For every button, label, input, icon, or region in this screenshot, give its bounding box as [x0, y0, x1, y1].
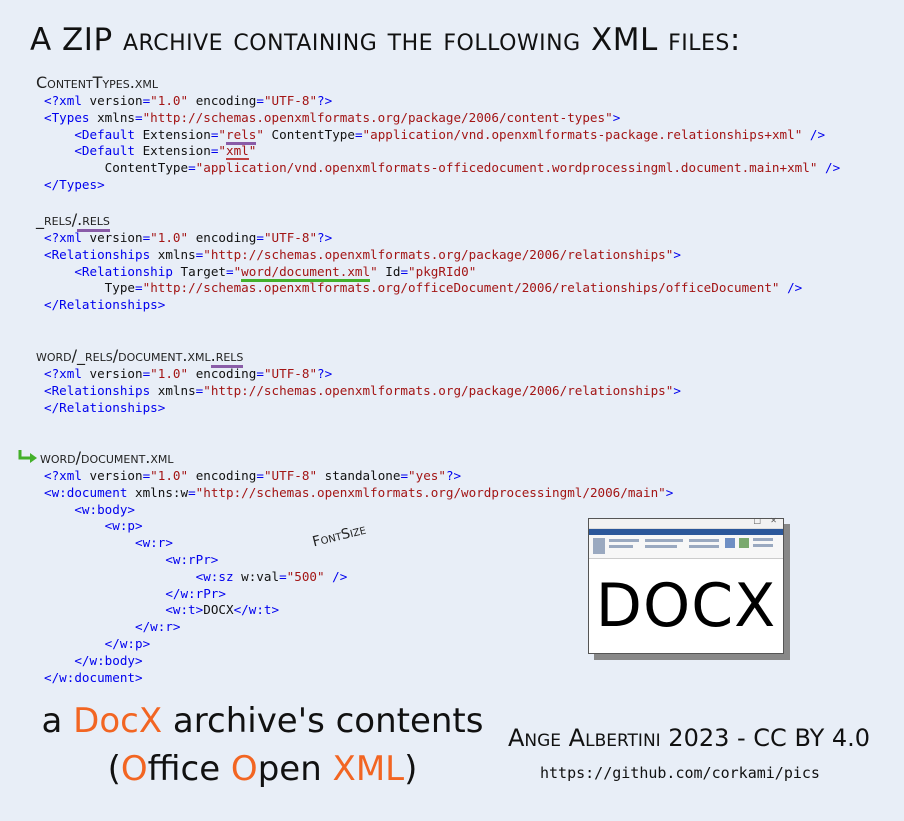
code-line: <Relationships xmlns="http://schemas.ope…: [44, 382, 681, 398]
file-title-document: word/document.xml: [40, 448, 174, 467]
file-title-contenttypes: ContentTypes.xml: [36, 73, 158, 92]
file-title-rels-prefix: _rels/: [36, 210, 78, 229]
code-block-document: <?xml version="1.0" encoding="UTF-8" sta…: [44, 468, 673, 686]
code-line: ContentType="application/vnd.openxmlform…: [104, 160, 841, 176]
file-title-rels-extension: .rels: [77, 210, 110, 232]
window-close-icon: ✕: [770, 516, 777, 525]
code-line: <Relationship Target="word/document.xml"…: [44, 263, 802, 282]
diagram-title-line2: (Office Open XML): [107, 749, 418, 789]
code-line: </Types>: [44, 176, 105, 192]
code-line: <Default Extension="rels" ContentType="a…: [44, 126, 840, 145]
code-line: </w:document>: [44, 669, 143, 685]
code-line: </w:r>: [44, 619, 181, 635]
word-preview-window: ✕ □ DOCX: [588, 516, 784, 654]
code-line: <w:rPr>: [44, 551, 219, 567]
author-credit: Ange Albertini 2023 - CC BY 4.0: [508, 724, 871, 752]
code-line: <w:t>DOCX</w:t>: [44, 602, 280, 618]
file-title-document-rels-prefix: word/_rels/document.xml: [36, 346, 211, 365]
word-titlebar: ✕ □: [589, 516, 783, 529]
code-line: <w:body>: [44, 501, 135, 517]
code-line: <?xml version="1.0" encoding="UTF-8" sta…: [44, 468, 462, 483]
code-line: </Relationships>: [44, 297, 166, 313]
code-line: Type="http://schemas.openxmlformats.org/…: [104, 280, 803, 296]
code-block-document-rels: <?xml version="1.0" encoding="UTF-8"?> <R…: [44, 366, 681, 416]
code-line: </w:p>: [44, 635, 151, 651]
word-ribbon: [589, 535, 783, 559]
code-line: <w:sz w:val="500" />: [44, 568, 348, 584]
diagram-title-line1: a DocX archive's contents: [41, 701, 484, 741]
file-title-document-rels: word/_rels/document.xml.rels: [36, 346, 244, 368]
code-line: </w:body>: [44, 652, 143, 668]
code-line: <?xml version="1.0" encoding="UTF-8"?>: [44, 230, 333, 245]
file-title-document-rels-extension: .rels: [210, 346, 244, 368]
code-line: </w:rPr>: [44, 585, 226, 601]
source-url[interactable]: https://github.com/corkami/pics: [540, 764, 820, 782]
code-line: <w:document xmlns:w="http://schemas.open…: [44, 484, 674, 500]
code-line: <Default Extension="xml": [44, 143, 257, 161]
word-document-text: DOCX: [595, 571, 777, 641]
code-line: <Types xmlns="http://schemas.openxmlform…: [44, 109, 621, 125]
page-heading: A ZIP archive containing the following X…: [30, 22, 741, 58]
file-title-rels: _rels/.rels: [36, 210, 110, 232]
code-line: <Relationships xmlns="http://schemas.ope…: [44, 246, 681, 262]
window-maximize-icon: □: [753, 516, 761, 525]
diagram-title: a DocX archive's contents (Office Open X…: [40, 697, 485, 793]
code-line: </Relationships>: [44, 399, 166, 415]
code-block-contenttypes: <?xml version="1.0" encoding="UTF-8"?> <T…: [44, 93, 840, 194]
green-arrow-icon: [18, 450, 37, 463]
code-line: <?xml version="1.0" encoding="UTF-8"?>: [44, 93, 333, 108]
code-block-rels: <?xml version="1.0" encoding="UTF-8"?> <R…: [44, 230, 802, 314]
code-line: <?xml version="1.0" encoding="UTF-8"?>: [44, 366, 333, 381]
